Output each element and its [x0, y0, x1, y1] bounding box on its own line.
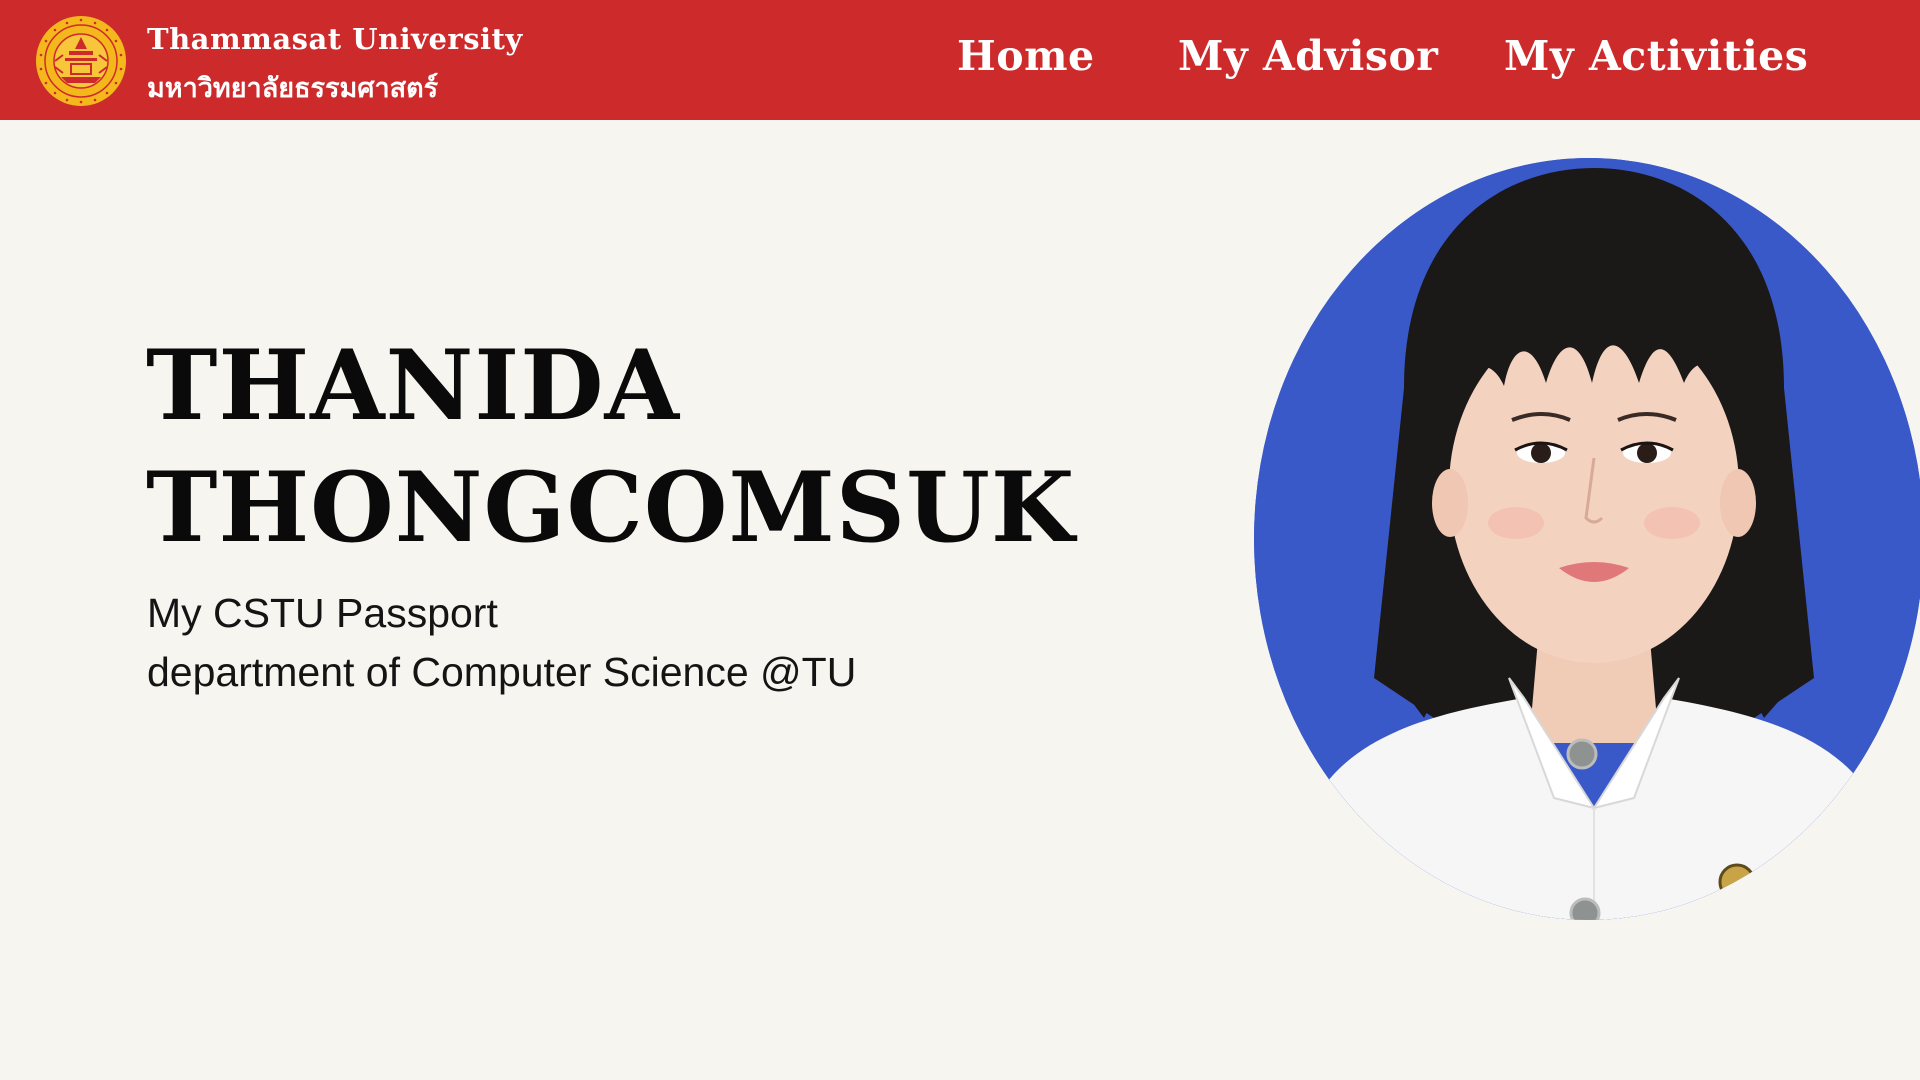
passport-subtitle: My CSTU Passport	[147, 590, 498, 636]
student-portrait	[1254, 158, 1920, 920]
brand-name-english: Thammasat University	[147, 22, 523, 56]
top-nav-bar: Thammasat University มหาวิทยาลัยธรรมศาสต…	[0, 0, 1920, 120]
nav-activities-link[interactable]: My Activities	[1504, 32, 1808, 80]
university-seal-icon[interactable]	[35, 15, 127, 107]
student-first-name: THANIDA	[146, 329, 681, 442]
student-last-name: THONGCOMSUK	[146, 451, 1076, 564]
department-subtitle: department of Computer Science @TU	[147, 649, 857, 695]
nav-home-link[interactable]: Home	[957, 32, 1095, 80]
nav-advisor-link[interactable]: My Advisor	[1178, 32, 1438, 80]
brand-name-thai: มหาวิทยาลัยธรรมศาสตร์	[147, 73, 439, 104]
